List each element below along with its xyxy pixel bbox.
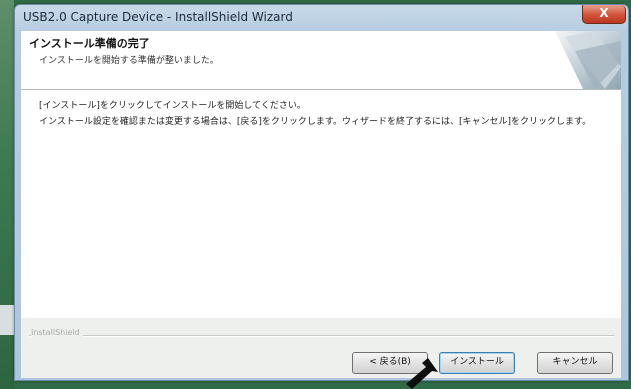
install-button[interactable]: インストール [439,352,515,374]
footer-divider [29,335,614,337]
wizard-footer: InstallShield < 戻る(B) インストール キャンセル [21,318,621,378]
installshield-wizard-window: USB2.0 Capture Device - InstallShield Wi… [14,4,629,381]
close-icon: X [599,6,609,20]
wizard-header: インストール準備の完了 インストールを開始する準備が整いました。 [21,31,621,90]
close-button[interactable]: X [582,5,626,24]
header-subtitle: インストールを開始する準備が整いました。 [39,56,219,66]
cancel-button[interactable]: キャンセル [537,352,613,374]
wizard-body: [インストール]をクリックしてインストールを開始してください。 インストール設定… [21,90,621,318]
desktop-window-edge [0,305,14,335]
instruction-text: [インストール]をクリックしてインストールを開始してください。 [39,101,306,111]
installshield-brand-label: InstallShield [31,328,83,337]
window-title: USB2.0 Capture Device - InstallShield Wi… [23,10,293,24]
mouse-pointer-arrow-icon [406,358,438,389]
title-bar[interactable]: USB2.0 Capture Device - InstallShield Wi… [15,5,628,31]
description-text: インストール設定を確認または変更する場合は、[戻る]をクリックします。ウィザード… [39,117,592,127]
header-title: インストール準備の完了 [29,37,150,50]
installshield-swoosh-icon [555,31,621,89]
